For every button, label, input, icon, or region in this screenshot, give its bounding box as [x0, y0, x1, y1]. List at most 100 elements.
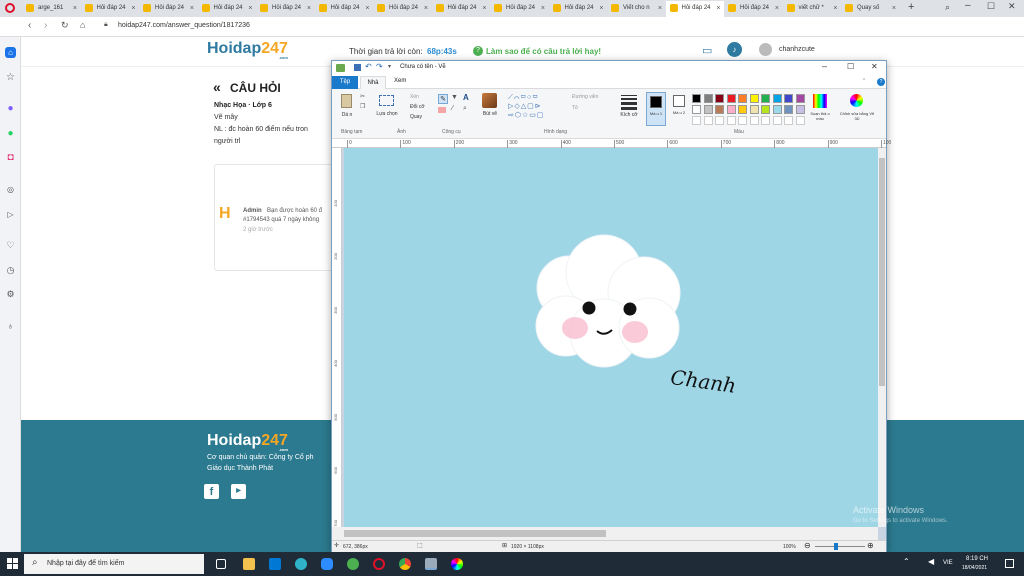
back-icon[interactable]: ‹: [28, 20, 31, 31]
redo-icon[interactable]: ↷: [376, 62, 383, 71]
bulb-icon[interactable]: ♁: [5, 321, 16, 332]
palette-color-swatch[interactable]: [715, 105, 724, 114]
browser-tab[interactable]: Hỏi đáp 24 ×: [432, 1, 490, 17]
palette-color-swatch[interactable]: [703, 105, 713, 114]
send-icon[interactable]: ▷: [5, 209, 16, 220]
fill-shape-button[interactable]: Tô: [572, 105, 578, 111]
history-sidebar-icon[interactable]: ◎: [5, 184, 16, 195]
palette-color-swatch[interactable]: [795, 105, 805, 114]
tab-close-icon[interactable]: ×: [190, 1, 194, 16]
tab-close-icon[interactable]: ×: [541, 1, 545, 16]
palette-color-swatch[interactable]: [761, 105, 770, 114]
tab-view[interactable]: Xem: [394, 78, 406, 84]
browser-tab[interactable]: Hỏi đáp 24 ×: [315, 1, 373, 17]
coc-coc-icon[interactable]: [347, 558, 359, 570]
facebook-icon[interactable]: f: [204, 484, 219, 499]
mail-icon[interactable]: [269, 558, 281, 570]
avatar[interactable]: [759, 43, 772, 56]
chat-icon[interactable]: ▭: [702, 44, 712, 57]
paste-icon[interactable]: [341, 94, 352, 108]
palette-color-swatch[interactable]: [726, 105, 736, 114]
palette-color-swatch[interactable]: [715, 94, 724, 103]
zoom-out-icon[interactable]: ⊖: [804, 541, 811, 550]
palette-color-swatch[interactable]: [772, 94, 782, 103]
browser-tab[interactable]: Hỏi đáp 24 ×: [198, 1, 256, 17]
paint-taskbar-icon[interactable]: [425, 558, 437, 570]
language-indicator[interactable]: VIE: [943, 560, 953, 566]
zoom-in-icon[interactable]: ⊕: [867, 541, 874, 550]
tab-close-icon[interactable]: ×: [892, 1, 896, 16]
horizontal-scrollbar[interactable]: [332, 527, 878, 540]
opera-taskbar-icon[interactable]: [373, 558, 385, 570]
help-link[interactable]: Làm sao để có câu trả lời hay!: [486, 47, 601, 56]
pencil-icon[interactable]: ✎: [438, 94, 448, 104]
tab-close-icon[interactable]: ×: [73, 1, 77, 16]
browser-tab[interactable]: Hỏi đáp 24 ×: [256, 1, 314, 17]
paint-maximize-icon[interactable]: ☐: [847, 62, 854, 71]
copy-icon[interactable]: ❐: [360, 103, 365, 110]
tab-close-icon[interactable]: ×: [716, 1, 720, 16]
paint-close-icon[interactable]: ✕: [871, 62, 878, 71]
zoom-app-icon[interactable]: [321, 558, 333, 570]
help-circle-icon[interactable]: ?: [877, 78, 885, 86]
select-button[interactable]: Lựa chọn: [376, 111, 398, 117]
username[interactable]: chanhzcute: [779, 46, 815, 53]
tab-close-icon[interactable]: ×: [599, 1, 603, 16]
palette-custom-swatch[interactable]: [795, 116, 805, 125]
paste-button[interactable]: Dá n: [341, 112, 353, 118]
tray-chevron-icon[interactable]: ⌃: [903, 557, 910, 566]
palette-color-swatch[interactable]: [749, 105, 759, 114]
settings-icon[interactable]: ⚙: [5, 289, 16, 300]
browser-tab[interactable]: Hỏi đáp 24 ×: [373, 1, 431, 17]
size-icon[interactable]: [621, 95, 637, 110]
select-icon[interactable]: [379, 95, 394, 106]
palette-custom-swatch[interactable]: [784, 116, 793, 125]
minimize-icon[interactable]: –: [965, 0, 971, 11]
paint-minimize-icon[interactable]: –: [822, 61, 827, 71]
edge-icon[interactable]: [295, 558, 307, 570]
vertical-scrollbar-thumb[interactable]: [879, 158, 885, 386]
reload-icon[interactable]: ↻: [61, 20, 69, 31]
clock-date[interactable]: 18/04/2021: [962, 565, 987, 571]
save-icon[interactable]: [354, 64, 361, 71]
tab-close-icon[interactable]: ×: [833, 1, 837, 16]
zoom-slider[interactable]: [815, 543, 865, 550]
palette-color-swatch[interactable]: [738, 105, 747, 114]
zoom-slider-thumb[interactable]: [834, 543, 838, 550]
windows-start-icon[interactable]: [7, 558, 18, 569]
browser-tab[interactable]: Hỏi đáp 24 ×: [724, 1, 782, 17]
star-icon[interactable]: ☆: [5, 72, 16, 83]
palette-custom-swatch[interactable]: [692, 116, 701, 125]
rotate-button[interactable]: Quay: [410, 114, 422, 120]
tab-close-icon[interactable]: ×: [658, 1, 662, 16]
browser-tab[interactable]: Quay số ×: [841, 1, 899, 17]
notification-center-icon[interactable]: [1005, 559, 1014, 568]
opera-logo-icon[interactable]: [5, 3, 15, 13]
paint3d-icon[interactable]: [850, 94, 863, 107]
horizontal-scrollbar-thumb[interactable]: [344, 530, 606, 537]
site-logo[interactable]: Hoidap247 .com: [207, 40, 288, 60]
browser-tab[interactable]: arge_161 ×: [22, 1, 80, 17]
resize-button[interactable]: Đổi cỡ: [410, 104, 425, 110]
palette-color-swatch[interactable]: [761, 94, 770, 103]
browser-tab[interactable]: Hỏi đáp 24 ×: [81, 1, 139, 17]
ribbon-collapse-icon[interactable]: ⌃: [862, 78, 866, 84]
tab-close-icon[interactable]: ×: [775, 1, 779, 16]
edit-colors-icon[interactable]: [813, 94, 827, 108]
task-view-icon[interactable]: [216, 559, 226, 569]
crop-button[interactable]: Xén: [410, 94, 419, 100]
paint3d-taskbar-icon[interactable]: [451, 558, 463, 570]
palette-color-swatch[interactable]: [795, 94, 805, 103]
cut-icon[interactable]: ✂: [360, 93, 365, 100]
color1-selector[interactable]: Mà u 1: [646, 92, 666, 126]
palette-custom-swatch[interactable]: [715, 116, 724, 125]
url-text[interactable]: hoidap247.com/answer_question/1817236: [118, 22, 250, 29]
edit-colors-button[interactable]: Soạn thả o màu: [808, 111, 832, 121]
paint3d-button[interactable]: Chỉnh sửa bằng Vẽ 3D: [839, 111, 875, 121]
brushes-button[interactable]: Bút vẽ: [481, 111, 499, 117]
palette-color-swatch[interactable]: [784, 94, 793, 103]
close-icon[interactable]: ✕: [1008, 1, 1016, 12]
outline-button[interactable]: Đường viền: [572, 94, 598, 100]
clock-icon[interactable]: ◷: [5, 265, 16, 276]
tab-close-icon[interactable]: ×: [307, 1, 311, 16]
